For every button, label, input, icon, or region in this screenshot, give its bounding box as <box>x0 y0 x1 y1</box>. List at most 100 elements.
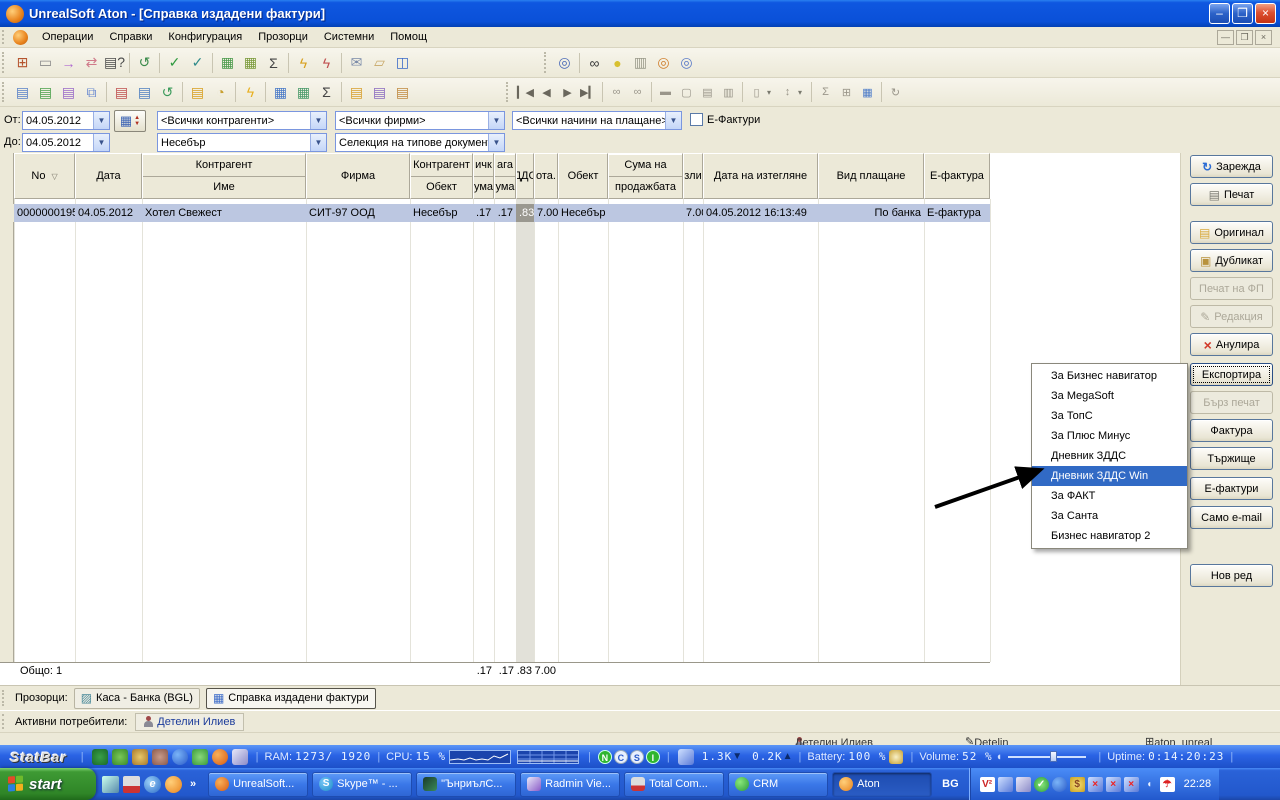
tray-net-disabled-icon[interactable]: × <box>1088 777 1103 792</box>
chevron-down-icon[interactable]: ▼ <box>488 134 504 151</box>
table-search-icon[interactable]: ◎ <box>675 51 698 74</box>
load-button[interactable]: ↻Зарежда <box>1190 155 1273 178</box>
col-sum1[interactable]: ичкума <box>473 153 494 199</box>
invoice-button[interactable]: Фактура <box>1190 419 1273 442</box>
date-to-field[interactable]: 04.05.2012▼ <box>22 133 110 152</box>
menu-item-dnevnik-zdds[interactable]: Дневник ЗДДС <box>1032 446 1187 466</box>
chevron-down-icon[interactable]: ▼ <box>310 112 326 129</box>
doc-export-icon[interactable]: ▤ <box>57 81 80 104</box>
exit-icon[interactable]: ◫ <box>391 51 414 74</box>
mdi-close-button[interactable]: × <box>1255 30 1272 45</box>
menu-item-business-navigator-2[interactable]: Бизнес навигатор 2 <box>1032 526 1187 546</box>
network-monitor-icon[interactable] <box>678 749 694 765</box>
doc-question-icon[interactable]: ▤? <box>103 51 126 74</box>
cart-ok-icon[interactable]: ✓ <box>163 51 186 74</box>
market-button[interactable]: Тържище <box>1190 447 1273 470</box>
doc-coins-icon[interactable]: ◔ <box>209 81 232 104</box>
payments-select[interactable]: <Всички начини на плащане>▼ <box>512 111 682 130</box>
sort-dropdown-icon[interactable]: ▾ <box>798 88 808 97</box>
table-green-icon[interactable]: ▦ <box>216 51 239 74</box>
menu-item-tops[interactable]: За ТопС <box>1032 406 1187 426</box>
hand-icon[interactable] <box>152 749 168 765</box>
table-row[interactable]: 0000000195 04.05.2012 Хотел Свежест СИТ-… <box>0 204 990 222</box>
task-aton[interactable]: Aton <box>832 772 932 797</box>
users-group-icon[interactable]: ▤ <box>391 81 414 104</box>
tray-net-disabled-icon[interactable]: × <box>1106 777 1121 792</box>
edit-button[interactable]: ✎Редакция <box>1190 305 1273 328</box>
nav-prev-icon[interactable]: ◀ <box>536 81 557 104</box>
tray-speaker-icon[interactable]: ◖ <box>1142 777 1157 792</box>
winamp-icon[interactable] <box>132 749 148 765</box>
col-object2[interactable]: Обект <box>558 153 608 199</box>
statbar-i-icon[interactable]: I <box>646 750 660 764</box>
task-unrealsoft[interactable]: UnrealSoft... <box>208 772 308 797</box>
menu-configuration[interactable]: Конфигурация <box>160 28 250 46</box>
active-user-item[interactable]: Детелин Илиев <box>135 713 244 731</box>
sum-gray-icon[interactable]: Σ <box>815 81 836 104</box>
statbar-s-icon[interactable]: S <box>630 750 644 764</box>
efactures-checkbox[interactable] <box>690 113 703 126</box>
print-button[interactable]: ▤Печат <box>1190 183 1273 206</box>
menu-item-fakt[interactable]: За ФАКТ <box>1032 486 1187 506</box>
tray-dollar-icon[interactable]: $ <box>1070 777 1085 792</box>
doc-user-search-icon[interactable]: ▤ <box>368 81 391 104</box>
spinner-icon[interactable]: ▲▼ <box>134 115 140 127</box>
arrow-out-icon[interactable]: → <box>57 51 80 74</box>
col-zli[interactable]: зли <box>683 153 703 199</box>
calendar-button[interactable]: ▦ ▲▼ <box>114 110 146 132</box>
nav-next-icon[interactable]: ▶ <box>557 81 578 104</box>
save-icon[interactable]: ▬ <box>655 81 676 104</box>
tray-network-icon[interactable] <box>998 777 1013 792</box>
task-total-commander[interactable]: Total Com... <box>624 772 724 797</box>
duck-icon[interactable]: ● <box>606 51 629 74</box>
new-row-button[interactable]: Нов ред <box>1190 564 1273 587</box>
col-sale-sum[interactable]: Сума напродажбата <box>608 153 683 199</box>
statbar-n-icon[interactable]: N <box>598 750 612 764</box>
firefox-icon[interactable] <box>212 749 228 765</box>
print-icon[interactable]: ▤ <box>697 81 718 104</box>
chevron-down-icon[interactable]: ▼ <box>93 134 109 151</box>
folder-icon[interactable]: ▱ <box>368 51 391 74</box>
sort-icon[interactable]: ↕ <box>777 81 798 104</box>
columns-dropdown-icon[interactable]: ▾ <box>767 88 777 97</box>
volume-slider[interactable] <box>1008 751 1086 762</box>
doc-search-icon[interactable]: ◎ <box>652 51 675 74</box>
nav-last-icon[interactable]: ▶▎ <box>578 81 599 104</box>
menu-item-dnevnik-zdds-win[interactable]: Дневник ЗДДС Win <box>1032 466 1187 486</box>
email-only-button[interactable]: Само e-mail <box>1190 506 1273 529</box>
duplicate-button[interactable]: ▣Дубликат <box>1190 249 1273 272</box>
menu-reports[interactable]: Справки <box>101 28 160 46</box>
chart-icon[interactable]: ▥ <box>629 51 652 74</box>
col-efacture[interactable]: Е-фактура <box>924 153 990 199</box>
menu-item-santa[interactable]: За Санта <box>1032 506 1187 526</box>
col-payment[interactable]: Вид плащане <box>818 153 924 199</box>
task-unreal-chat[interactable]: "ЪнриълС... <box>416 772 516 797</box>
chevron-down-icon[interactable]: ▼ <box>665 112 681 129</box>
tray-avira-icon[interactable]: ☂ <box>1160 777 1175 792</box>
print-fp-button[interactable]: Печат на ФП <box>1190 277 1273 300</box>
mdi-restore-button[interactable]: ❒ <box>1236 30 1253 45</box>
doc-open-icon[interactable]: ▤ <box>34 81 57 104</box>
menu-operations[interactable]: Операции <box>34 28 101 46</box>
doc-copy-icon[interactable]: ⧉ <box>80 81 103 104</box>
quick-print-button[interactable]: Бърз печат <box>1190 391 1273 414</box>
firms-select[interactable]: <Всички фирми>▼ <box>335 111 505 130</box>
col-contragent-name[interactable]: КонтрагентИме <box>142 153 306 199</box>
doc-user-blue-icon[interactable]: ▤ <box>133 81 156 104</box>
task-crm[interactable]: CRM <box>728 772 828 797</box>
col-firm[interactable]: Фирма <box>306 153 410 199</box>
menu-item-plus-minus[interactable]: За Плюс Минус <box>1032 426 1187 446</box>
doc-flash-icon[interactable]: ϟ <box>292 51 315 74</box>
statbar-c-icon[interactable]: C <box>614 750 628 764</box>
truck-icon[interactable]: ▭ <box>34 51 57 74</box>
tray-dc-icon[interactable] <box>1052 777 1067 792</box>
language-indicator[interactable]: BG <box>934 778 967 790</box>
start-button[interactable]: start <box>0 768 96 800</box>
mail-icon[interactable]: ✉ <box>345 51 368 74</box>
flash-icon[interactable]: ϟ <box>239 81 262 104</box>
quicklaunch-app-icon[interactable] <box>102 776 119 793</box>
book-icon[interactable]: ▥ <box>718 81 739 104</box>
chevron-down-icon[interactable]: ▼ <box>93 112 109 129</box>
quicklaunch-ie-icon[interactable]: e <box>144 776 161 793</box>
chevron-down-icon[interactable]: ▼ <box>488 112 504 129</box>
